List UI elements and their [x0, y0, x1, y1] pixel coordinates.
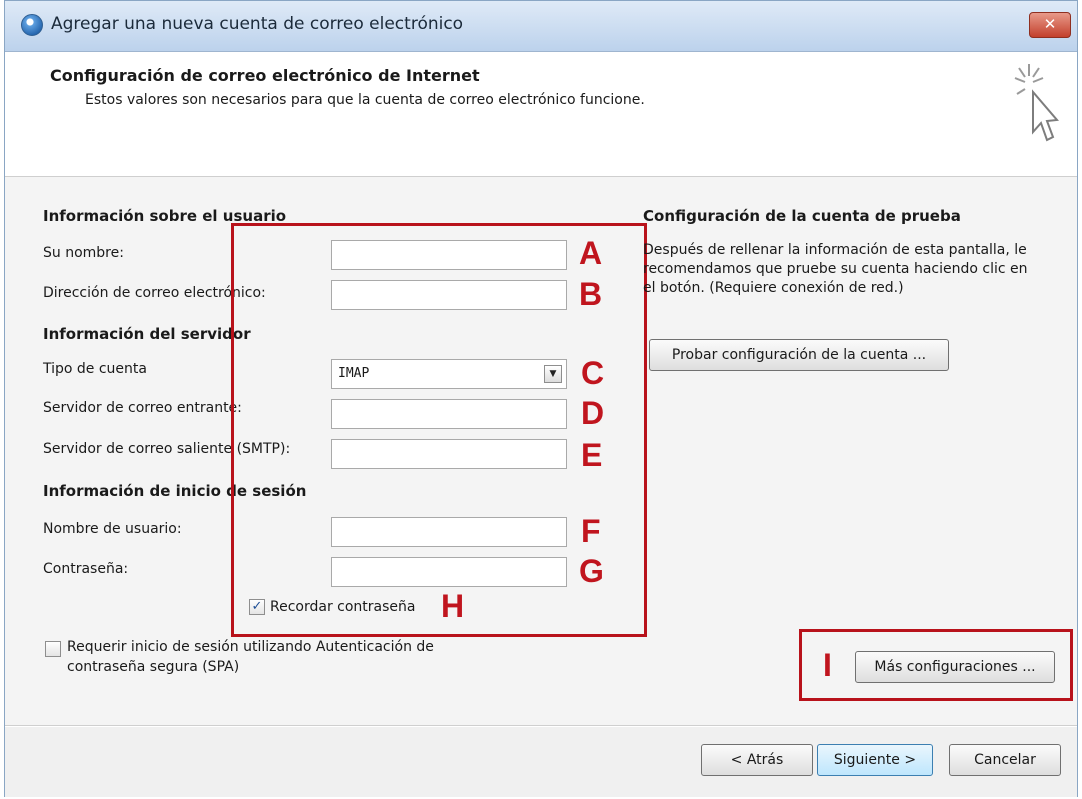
test-description-line1: Después de rellenar la información de es… — [643, 242, 1027, 258]
back-button[interactable]: < Atrás — [701, 744, 813, 776]
window-title: Agregar una nueva cuenta de correo elect… — [51, 14, 464, 34]
dialog-window: Agregar una nueva cuenta de correo elect… — [4, 0, 1078, 797]
account-type-label: Tipo de cuenta — [43, 361, 147, 377]
spa-label-line1: Requerir inicio de sesión utilizando Aut… — [67, 639, 434, 655]
test-account-settings-button[interactable]: Probar configuración de la cuenta ... — [649, 339, 949, 371]
spa-checkbox[interactable] — [45, 641, 61, 657]
header-subtitle: Estos valores son necesarios para que la… — [85, 92, 645, 108]
cancel-button[interactable]: Cancelar — [949, 744, 1061, 776]
close-button[interactable]: ✕ — [1029, 12, 1071, 38]
test-description-line3: el botón. (Requiere conexión de red.) — [643, 280, 904, 296]
marker-g: G — [579, 553, 604, 589]
marker-a: A — [579, 235, 603, 271]
marker-c: C — [581, 355, 605, 391]
name-label: Su nombre: — [43, 245, 124, 261]
more-settings-button[interactable]: Más configuraciones ... — [855, 651, 1055, 683]
marker-b: B — [579, 276, 603, 312]
header-title: Configuración de correo electrónico de I… — [50, 66, 480, 85]
spa-label-line2: contraseña segura (SPA) — [67, 659, 240, 675]
marker-d: D — [581, 395, 605, 431]
outlook-app-icon — [21, 14, 43, 36]
title-bar: Agregar una nueva cuenta de correo elect… — [5, 1, 1077, 52]
username-label: Nombre de usuario: — [43, 521, 182, 537]
dialog-content: Información sobre el usuario Su nombre: … — [5, 177, 1077, 726]
marker-h: H — [441, 588, 465, 624]
server-info-heading: Información del servidor — [43, 325, 251, 343]
cursor-sparkle-icon — [1014, 64, 1059, 142]
password-label: Contraseña: — [43, 561, 129, 577]
marker-i: I — [823, 647, 832, 683]
test-description-line2: recomendamos que pruebe su cuenta hacien… — [643, 261, 1028, 277]
marker-f: F — [581, 513, 601, 549]
dialog-header: Configuración de correo electrónico de I… — [5, 52, 1077, 177]
next-button[interactable]: Siguiente > — [817, 744, 933, 776]
dialog-footer: < Atrás Siguiente > Cancelar — [5, 727, 1077, 797]
marker-e: E — [581, 437, 603, 473]
test-settings-heading: Configuración de la cuenta de prueba — [643, 207, 961, 225]
incoming-server-label: Servidor de correo entrante: — [43, 400, 242, 416]
